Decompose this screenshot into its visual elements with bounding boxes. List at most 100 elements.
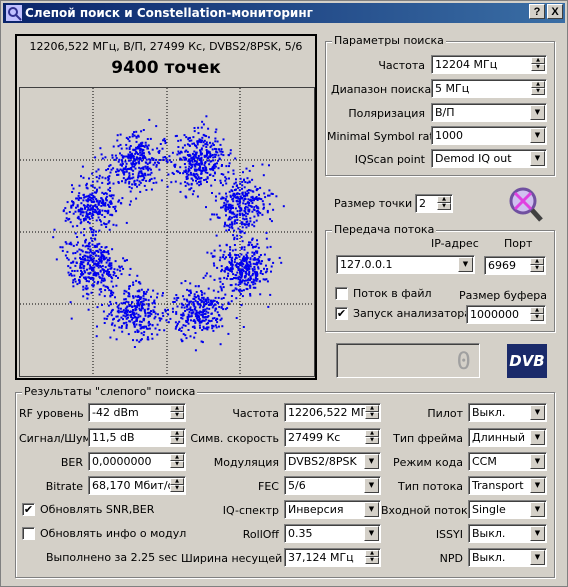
spin-arrows-icon[interactable]: ▲ ▼: [170, 478, 184, 493]
dropdown-arrow-icon[interactable]: ▼: [364, 478, 379, 493]
mod-select[interactable]: DVBS2/8PSK ▼: [284, 452, 381, 471]
dropdown-arrow-icon[interactable]: ▼: [530, 405, 545, 420]
point-size-spinbox[interactable]: 2 ▲ ▼: [415, 194, 453, 213]
codemode-select[interactable]: CCM ▼: [468, 452, 547, 471]
spin-arrows-icon[interactable]: ▲ ▼: [531, 57, 545, 72]
spin-arrows-icon[interactable]: ▲ ▼: [170, 405, 184, 420]
constellation-point: [235, 199, 238, 202]
fec-select[interactable]: 5/6 ▼: [284, 476, 381, 495]
close-button[interactable]: X: [547, 4, 563, 19]
sr-field[interactable]: 27499 Кс ▲ ▼: [284, 428, 381, 447]
constellation-point: [255, 279, 258, 282]
constellation-point: [109, 336, 112, 339]
magnify-button[interactable]: [503, 184, 547, 224]
constellation-point: [172, 310, 174, 313]
constellation-point: [110, 195, 113, 198]
constellation-point: [76, 204, 79, 207]
constellation-point: [89, 248, 92, 251]
freq-spinbox[interactable]: 12204 МГц ▲ ▼: [431, 55, 547, 74]
to-file-label: Поток в файл: [353, 287, 432, 300]
dropdown-arrow-icon[interactable]: ▼: [530, 105, 545, 120]
update-snr-checkbox[interactable]: ✔: [22, 503, 35, 516]
dropdown-arrow-icon[interactable]: ▼: [530, 502, 545, 517]
pilot-select[interactable]: Выкл. ▼: [468, 403, 547, 422]
to-file-checkbox[interactable]: [335, 287, 348, 300]
res-freq-field[interactable]: 12206,522 МГц ▲ ▼: [284, 403, 381, 422]
spin-arrows-icon[interactable]: ▲ ▼: [365, 405, 379, 420]
spin-arrows-icon[interactable]: ▲ ▼: [437, 196, 451, 211]
constellation-point: [200, 147, 203, 150]
dropdown-arrow-icon[interactable]: ▼: [364, 454, 379, 469]
bitrate-field[interactable]: 68,170 Мбит/с ▲ ▼: [88, 476, 186, 495]
spin-arrows-icon[interactable]: ▲ ▼: [170, 430, 184, 445]
issyi-select[interactable]: Выкл. ▼: [468, 524, 547, 543]
msr-select[interactable]: 1000 ▼: [431, 126, 547, 145]
npd-select[interactable]: Выкл. ▼: [468, 548, 547, 567]
rolloff-select[interactable]: 0.35 ▼: [284, 524, 381, 543]
iq-label: IQScan point: [354, 153, 425, 166]
constellation-point: [90, 291, 93, 294]
pol-select[interactable]: В/П ▼: [431, 103, 547, 122]
ip-select[interactable]: 127.0.0.1 ▼: [336, 255, 475, 274]
constellation-point: [162, 292, 164, 295]
dropdown-arrow-icon[interactable]: ▼: [458, 257, 473, 272]
constellation-point: [83, 196, 86, 199]
spin-arrows-icon[interactable]: ▲ ▼: [365, 550, 379, 565]
dropdown-arrow-icon[interactable]: ▼: [364, 526, 379, 541]
constellation-point: [187, 313, 190, 316]
ber-field[interactable]: 0,0000000 ▲ ▼: [88, 452, 186, 471]
iqs-select[interactable]: Инверсия ▼: [284, 500, 381, 519]
port-spinbox[interactable]: 6969 ▲ ▼: [484, 256, 546, 275]
constellation-point: [215, 307, 218, 310]
constellation-point: [188, 188, 191, 191]
dropdown-arrow-icon[interactable]: ▼: [530, 151, 545, 166]
spin-arrows-icon[interactable]: ▲ ▼: [530, 258, 544, 273]
dropdown-arrow-icon[interactable]: ▼: [530, 430, 545, 445]
constellation-point: [194, 285, 197, 288]
constellation-point: [107, 168, 110, 170]
constellation-point: [163, 137, 166, 140]
iq-select[interactable]: Demod IQ out ▼: [431, 149, 547, 168]
inputstream-select[interactable]: Single ▼: [468, 500, 547, 519]
constellation-point: [65, 242, 68, 245]
frame-select[interactable]: Длинный ▼: [468, 428, 547, 447]
constellation-point: [201, 319, 204, 322]
constellation-point: [220, 148, 223, 151]
dropdown-arrow-icon[interactable]: ▼: [530, 454, 545, 469]
update-mod-checkbox[interactable]: [22, 527, 35, 540]
constellation-point: [113, 317, 115, 320]
constellation-point: [75, 206, 77, 209]
spin-arrows-icon[interactable]: ▲ ▼: [170, 454, 184, 469]
constellation-point: [101, 303, 103, 306]
constellation-point: [64, 219, 67, 222]
constellation-point: [252, 269, 255, 272]
constellation-point: [104, 285, 107, 288]
constellation-point: [133, 179, 136, 182]
dropdown-arrow-icon[interactable]: ▼: [530, 478, 545, 493]
dropdown-arrow-icon[interactable]: ▼: [364, 502, 379, 517]
constellation-point: [240, 223, 243, 226]
dropdown-arrow-icon[interactable]: ▼: [530, 128, 545, 143]
streamtype-select[interactable]: Transport ▼: [468, 476, 547, 495]
bw-value: 37,124 МГц: [288, 551, 354, 564]
spin-arrows-icon[interactable]: ▲ ▼: [365, 430, 379, 445]
spin-arrows-icon[interactable]: ▲ ▼: [530, 307, 544, 322]
constellation-point: [228, 162, 231, 165]
constellation-point: [241, 212, 244, 215]
dropdown-arrow-icon[interactable]: ▼: [530, 550, 545, 565]
constellation-point: [133, 163, 136, 165]
constellation-point: [220, 173, 223, 175]
snr-field[interactable]: 11,5 dB ▲ ▼: [88, 428, 186, 447]
help-button[interactable]: ?: [529, 4, 545, 19]
rf-field[interactable]: -42 dBm ▲ ▼: [88, 403, 186, 422]
bw-field[interactable]: 37,124 МГц ▲ ▼: [284, 548, 381, 567]
constellation-point: [69, 301, 72, 304]
analyzer-checkbox[interactable]: ✔: [335, 307, 348, 320]
constellation-point: [241, 191, 244, 194]
range-spinbox[interactable]: 5 МГц ▲ ▼: [431, 79, 547, 98]
spin-arrows-icon[interactable]: ▲ ▼: [531, 81, 545, 96]
constellation-point: [129, 311, 131, 313]
constellation-point: [189, 282, 192, 285]
buffer-spinbox[interactable]: 1000000 ▲ ▼: [466, 305, 546, 324]
dropdown-arrow-icon[interactable]: ▼: [530, 526, 545, 541]
